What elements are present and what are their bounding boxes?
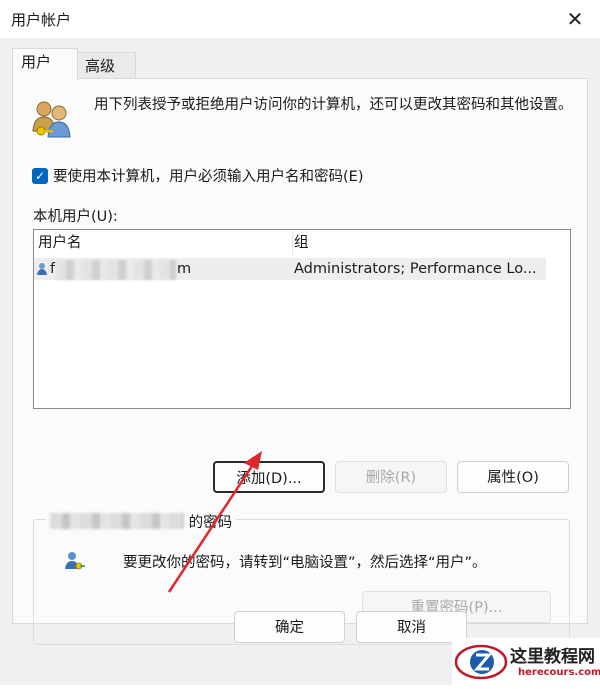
add-button[interactable]: 添加(D)...: [213, 461, 325, 493]
column-header-group[interactable]: 组: [294, 231, 544, 255]
password-title-suffix: 的密码: [184, 515, 233, 531]
users-panel: 用下列表授予或拒绝用户访问你的计算机，还可以更改其密码和其他设置。 ✓ 要使用本…: [12, 78, 588, 645]
watermark-site-name: 这里教程网: [510, 647, 595, 667]
tab-advanced[interactable]: 高级: [76, 52, 136, 79]
redacted-username: [56, 260, 176, 280]
user-group: Administrators; Performance Lo...: [294, 261, 537, 277]
title-bar: 用户帐户 ✕: [0, 0, 600, 38]
users-list[interactable]: 用户名 组 f m Administrators; Performance Lo…: [33, 229, 571, 409]
redacted-account-name: [50, 513, 184, 529]
watermark-logo-icon: [454, 644, 508, 680]
user-name-end: m: [177, 261, 192, 277]
cancel-button[interactable]: 取消: [356, 611, 467, 643]
require-password-label[interactable]: 要使用本计算机，用户必须输入用户名和密码(E): [53, 165, 363, 186]
require-password-checkbox[interactable]: ✓: [32, 168, 48, 184]
window-title: 用户帐户: [11, 11, 72, 29]
tab-users[interactable]: 用户: [12, 48, 78, 80]
user-icon: [37, 262, 49, 280]
info-text: 用下列表授予或拒绝用户访问你的计算机，还可以更改其密码和其他设置。: [94, 97, 573, 113]
dialog-body: 用户 高级 用下列表授予或拒绝用户访问你的计算机，还可以更改其密码和其他设置。 …: [0, 38, 600, 685]
watermark-url: herecours.com: [518, 667, 600, 678]
remove-button[interactable]: 删除(R): [335, 461, 447, 493]
table-row[interactable]: f m Administrators; Performance Lo...: [34, 258, 546, 280]
local-users-label: 本机用户(U):: [33, 209, 118, 225]
user-key-icon: [62, 549, 86, 577]
ok-button[interactable]: 确定: [234, 611, 345, 643]
close-icon[interactable]: ✕: [558, 4, 592, 34]
column-header-username[interactable]: 用户名: [34, 231, 293, 255]
checkmark-icon: ✓: [34, 169, 46, 183]
password-section-title: 的密码: [46, 511, 237, 532]
user-name-start: f: [50, 261, 56, 277]
users-icon: [30, 97, 74, 145]
properties-button[interactable]: 属性(O): [457, 461, 569, 493]
password-instruction: 要更改你的密码，请转到“电脑设置”，然后选择“用户”。: [123, 555, 487, 571]
